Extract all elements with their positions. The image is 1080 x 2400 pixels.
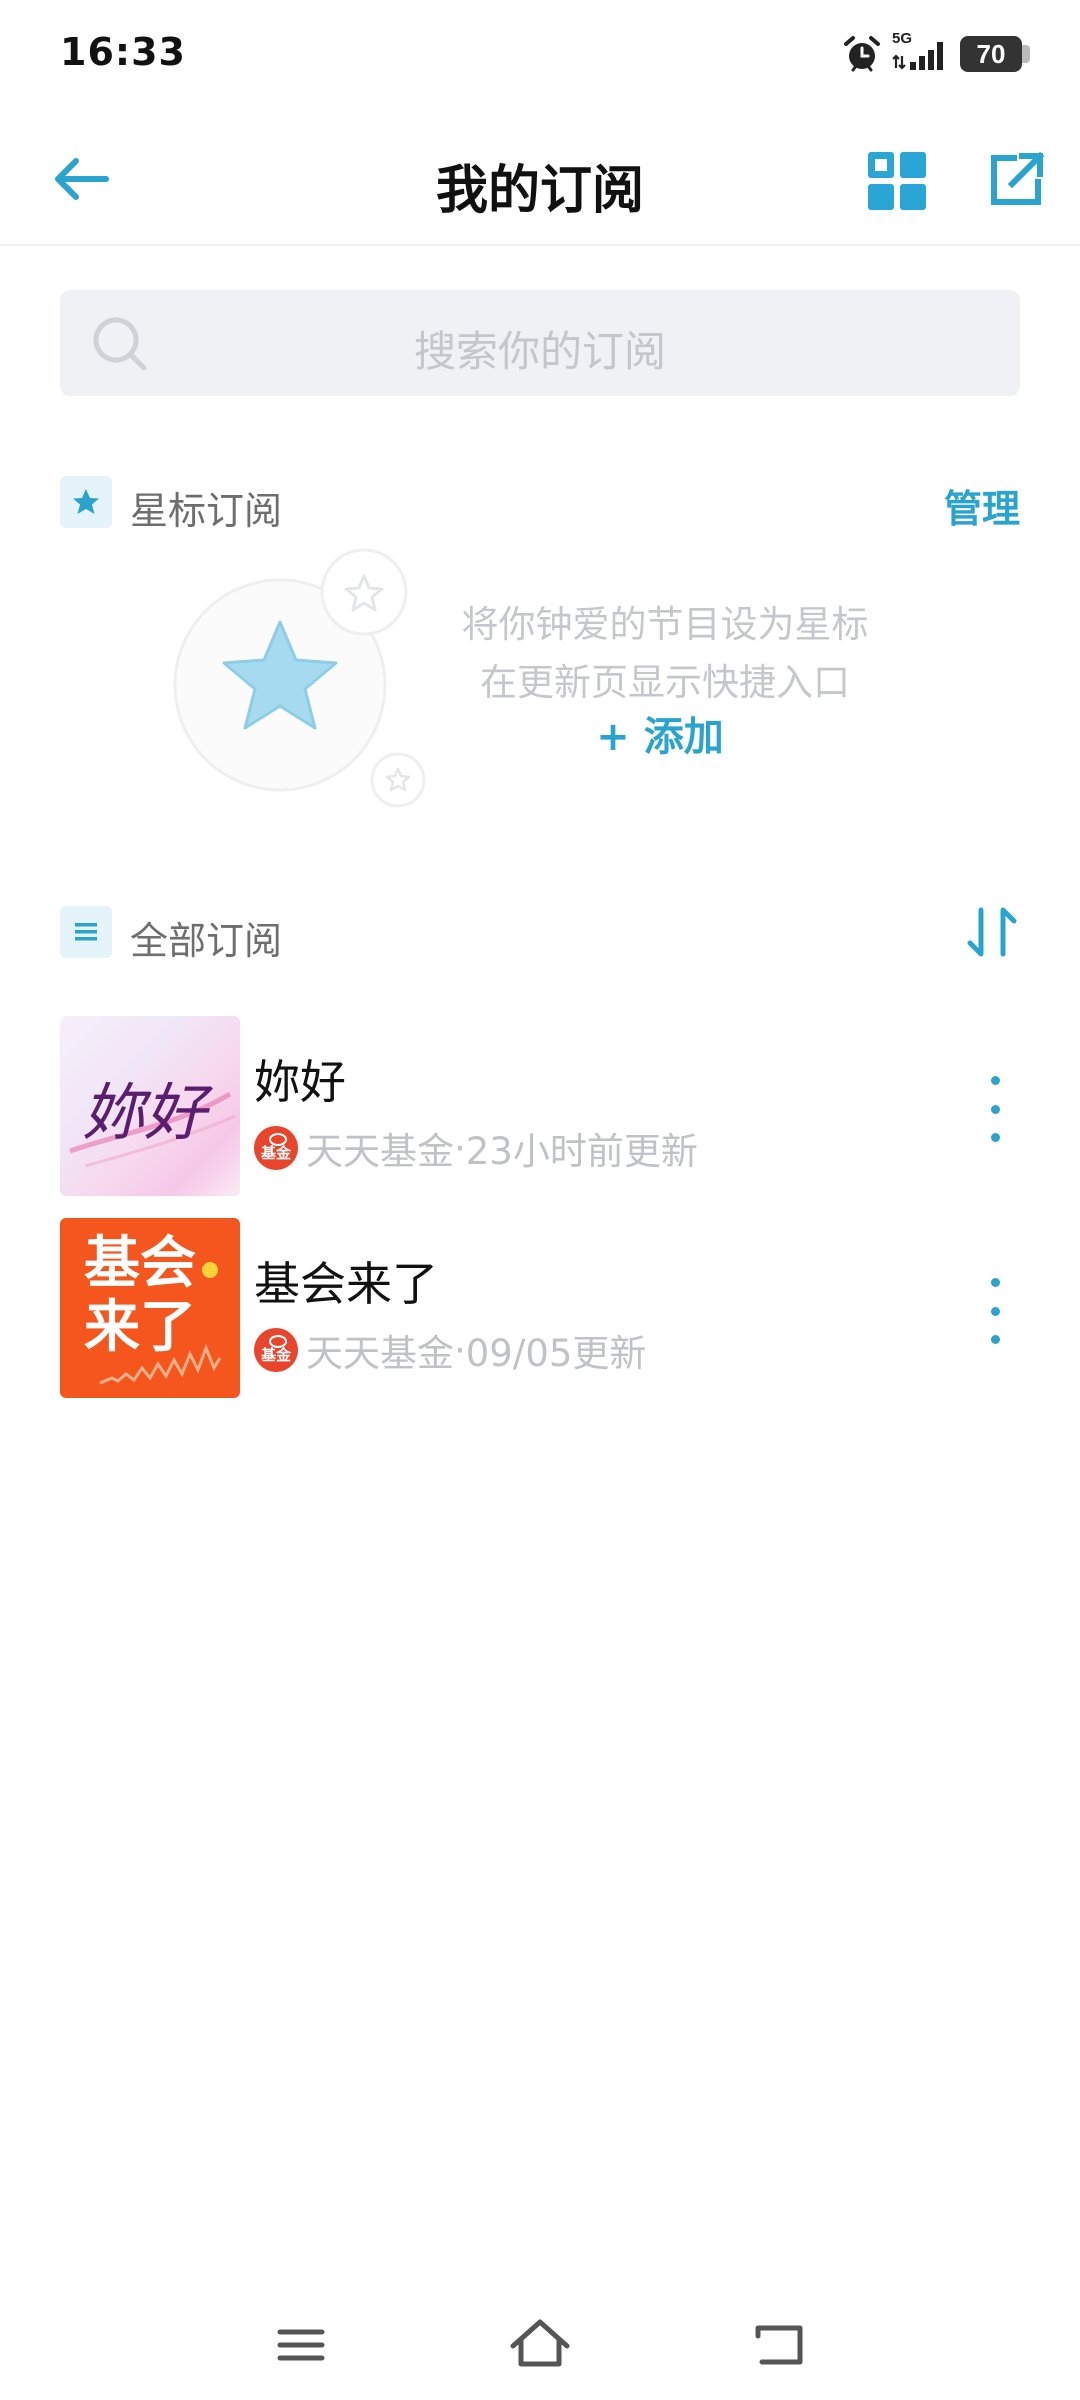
sort-icon[interactable] xyxy=(964,902,1020,962)
all-section-header: 全部订阅 xyxy=(60,906,1020,963)
publisher-name: 天天基金 xyxy=(306,1130,454,1173)
cover-title: 妳好 xyxy=(82,1076,207,1149)
starred-label: 星标订阅 xyxy=(130,489,283,533)
list-section-icon xyxy=(60,906,112,958)
menu-icon[interactable] xyxy=(266,2310,336,2380)
subscription-meta: 基金 天天基金 · 09/05更新 xyxy=(254,1326,647,1375)
subscription-title: 基会来了 xyxy=(254,1257,438,1311)
subscription-meta: 基金 天天基金 · 23小时前更新 xyxy=(254,1124,698,1173)
alarm-icon xyxy=(844,36,880,72)
battery-indicator: 70 xyxy=(960,36,1030,72)
battery-level: 70 xyxy=(976,38,1006,69)
system-nav-bar xyxy=(0,2290,1080,2400)
publisher-name: 天天基金 xyxy=(306,1332,454,1375)
subscription-item[interactable]: 妳好 妳好 基金 天天基金 · 23小时前更新 xyxy=(0,1016,1080,1198)
status-time: 16:33 xyxy=(60,30,186,74)
publisher-logo: 基金 xyxy=(254,1126,298,1170)
all-label: 全部订阅 xyxy=(130,919,283,963)
back-icon[interactable] xyxy=(744,2310,814,2380)
subscription-item[interactable]: 基会 来了 基会来了 基金 天天基金 · 09/05更新 xyxy=(0,1218,1080,1400)
search-placeholder: 搜索你的订阅 xyxy=(413,327,666,376)
signal-icon: 5G xyxy=(892,30,950,74)
grid-view-icon[interactable] xyxy=(866,150,928,212)
search-input[interactable]: 搜索你的订阅 xyxy=(60,290,1020,396)
update-time: 23小时前更新 xyxy=(465,1130,698,1173)
star-section-icon xyxy=(60,476,112,528)
meta-separator: · xyxy=(454,1126,466,1170)
star-illustration xyxy=(173,548,426,808)
update-time: 09/05更新 xyxy=(465,1332,647,1375)
subscription-title: 妳好 xyxy=(254,1055,346,1109)
starred-section-header: 星标订阅 管理 xyxy=(60,476,1020,533)
cover-image: 基会 来了 xyxy=(60,1218,240,1398)
status-bar: 16:33 5G 70 xyxy=(0,0,1080,110)
add-star-button[interactable]: + 添加 xyxy=(560,704,760,762)
cover-image: 妳好 xyxy=(60,1016,240,1196)
home-icon[interactable] xyxy=(505,2310,575,2380)
more-options-icon[interactable] xyxy=(980,1278,1010,1344)
hint-line-1: 将你钟爱的节目设为星标 xyxy=(461,603,869,646)
top-app-bar: 我的订阅 xyxy=(0,110,1080,246)
status-icons: 5G 70 xyxy=(842,30,1030,76)
meta-separator: · xyxy=(454,1328,466,1372)
more-options-icon[interactable] xyxy=(980,1076,1010,1142)
publisher-logo: 基金 xyxy=(254,1328,298,1372)
starred-empty-hint: 将你钟爱的节目设为星标 在更新页显示快捷入口 xyxy=(430,596,900,712)
share-external-icon[interactable] xyxy=(984,148,1048,212)
manage-button[interactable]: 管理 xyxy=(944,478,1020,533)
